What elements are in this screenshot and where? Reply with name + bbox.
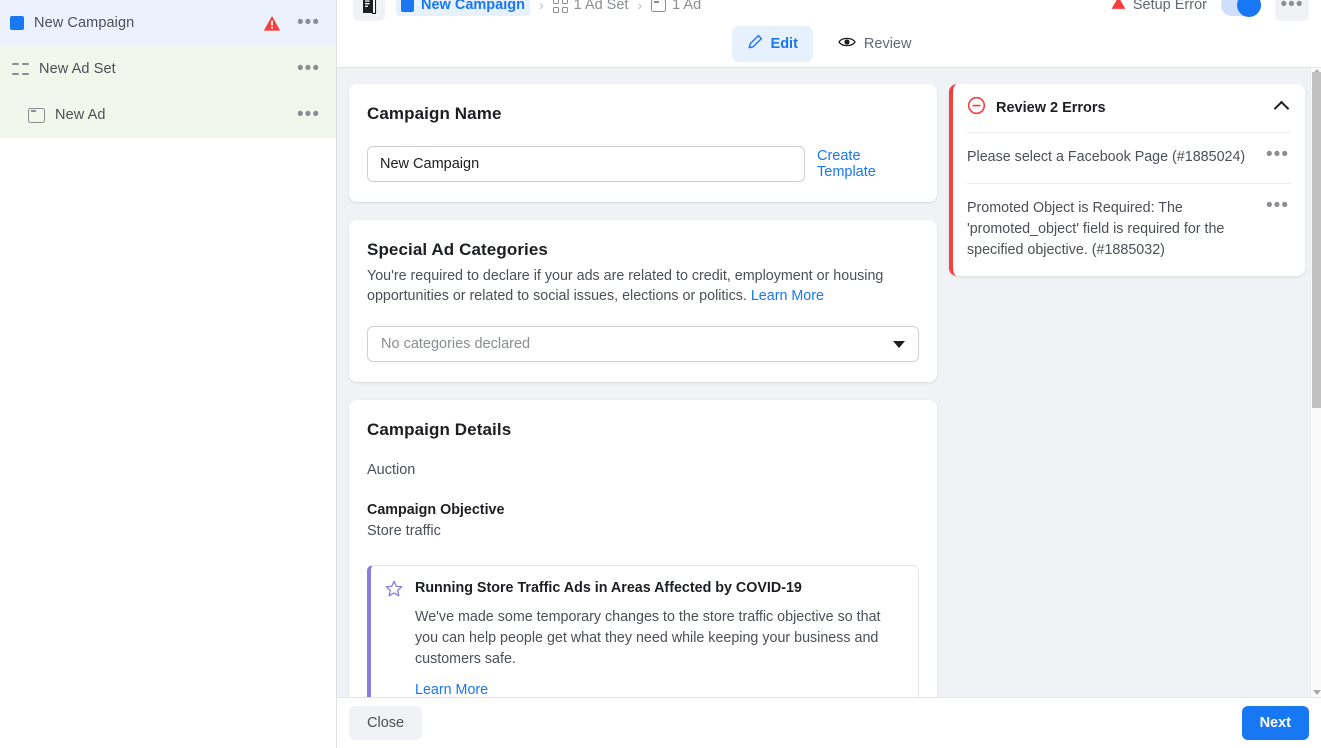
review-errors-title: Review 2 Errors — [996, 100, 1276, 116]
campaign-details-card: Campaign Details Auction Campaign Object… — [349, 400, 937, 697]
grid-icon — [12, 61, 29, 78]
next-button[interactable]: Next — [1242, 706, 1309, 740]
breadcrumb-label: 1 Ad Set — [574, 0, 629, 13]
campaign-details-title: Campaign Details — [367, 420, 919, 440]
tab-edit[interactable]: Edit — [732, 26, 813, 62]
campaign-objective-label: Campaign Objective — [367, 502, 919, 518]
campaign-name-title: Campaign Name — [367, 104, 919, 124]
chevron-down-icon — [893, 341, 905, 348]
main-panel: New Campaign › 1 Ad Set › 1 Ad — [337, 0, 1321, 748]
special-ad-categories-card: Special Ad Categories You're required to… — [349, 220, 937, 382]
tab-label: Review — [864, 36, 912, 52]
breadcrumb: New Campaign › 1 Ad Set › 1 Ad — [353, 0, 701, 22]
special-ad-categories-select[interactable]: No categories declared — [367, 326, 919, 362]
error-message: Promoted Object is Required: The 'promot… — [967, 198, 1264, 261]
blue-square-icon — [401, 0, 414, 12]
warning-triangle-icon — [1111, 0, 1126, 14]
pencil-icon — [747, 34, 763, 54]
breadcrumb-separator: › — [637, 0, 642, 13]
sidebar-item-menu-button[interactable]: ••• — [295, 61, 322, 77]
guide-book-icon[interactable] — [353, 0, 385, 21]
top-bar: New Campaign › 1 Ad Set › 1 Ad — [337, 0, 1321, 68]
edit-review-tabs: Edit Review — [337, 26, 1321, 62]
chevron-up-icon[interactable] — [1274, 100, 1290, 116]
campaign-form-column: Campaign Name Create Template Special Ad… — [337, 68, 949, 697]
toggle-knob — [1237, 0, 1261, 17]
breadcrumb-label: New Campaign — [421, 0, 525, 13]
ads-manager-app: New Campaign ••• New Ad Set ••• New Ad •… — [0, 0, 1321, 748]
status-badge-setup-error: Setup Error — [1111, 0, 1207, 14]
review-errors-card: Review 2 Errors Please select a Facebook… — [949, 84, 1305, 276]
vertical-scrollbar[interactable] — [1310, 68, 1321, 697]
footer-action-bar: Close Next — [337, 697, 1321, 748]
campaign-name-input[interactable] — [367, 146, 805, 182]
top-bar-right-controls: Setup Error ••• — [1111, 0, 1309, 22]
campaign-tree-sidebar: New Campaign ••• New Ad Set ••• New Ad •… — [0, 0, 337, 748]
campaign-name-card: Campaign Name Create Template — [349, 84, 937, 202]
sidebar-item-menu-button[interactable]: ••• — [295, 107, 322, 123]
review-errors-header[interactable]: Review 2 Errors — [967, 84, 1291, 132]
sidebar-item-label: New Campaign — [34, 15, 263, 31]
error-list-item: Please select a Facebook Page (#1885024)… — [967, 132, 1291, 183]
covid-notice-body-wrap: Running Store Traffic Ads in Areas Affec… — [415, 580, 902, 697]
editor-scroll-area[interactable]: Campaign Name Create Template Special Ad… — [337, 68, 1321, 697]
warning-triangle-icon — [263, 15, 281, 32]
campaign-name-row: Create Template — [367, 146, 919, 182]
special-ad-categories-learn-more-link[interactable]: Learn More — [751, 288, 824, 304]
sidebar-item-new-ad[interactable]: New Ad ••• — [0, 92, 336, 138]
scroll-down-arrow-icon[interactable] — [1313, 690, 1321, 695]
error-list-item: Promoted Object is Required: The 'promot… — [967, 183, 1291, 276]
select-value: No categories declared — [381, 336, 530, 352]
status-badge-label: Setup Error — [1133, 0, 1207, 13]
covid-notice-learn-more-link[interactable]: Learn More — [415, 682, 488, 697]
breadcrumb-item-campaign[interactable]: New Campaign — [396, 0, 530, 16]
window-icon — [28, 108, 45, 123]
error-message: Please select a Facebook Page (#1885024) — [967, 147, 1264, 168]
star-icon — [385, 580, 403, 697]
sidebar-item-new-ad-set[interactable]: New Ad Set ••• — [0, 46, 336, 92]
campaign-objective-value: Store traffic — [367, 523, 919, 539]
eye-icon — [838, 35, 856, 53]
window-icon — [651, 0, 666, 12]
tab-review[interactable]: Review — [823, 26, 927, 62]
buying-type-value: Auction — [367, 462, 919, 478]
create-template-link[interactable]: Create Template — [817, 148, 919, 180]
breadcrumb-separator: › — [539, 0, 544, 13]
error-item-menu-button[interactable]: ••• — [1264, 147, 1291, 163]
sidebar-item-label: New Ad Set — [39, 61, 295, 77]
close-button[interactable]: Close — [349, 706, 422, 740]
sidebar-item-menu-button[interactable]: ••• — [295, 15, 322, 31]
scrollbar-thumb[interactable] — [1312, 72, 1321, 408]
blue-square-icon — [10, 16, 34, 30]
covid-notice-text: We've made some temporary changes to the… — [415, 607, 902, 670]
tab-label: Edit — [771, 36, 798, 52]
top-bar-menu-button[interactable]: ••• — [1275, 0, 1309, 21]
sidebar-item-new-campaign[interactable]: New Campaign ••• — [0, 0, 336, 46]
breadcrumb-item-ad-set[interactable]: 1 Ad Set — [553, 0, 629, 13]
special-ad-categories-title: Special Ad Categories — [367, 240, 919, 260]
covid-notice: Running Store Traffic Ads in Areas Affec… — [367, 565, 919, 697]
overflow-dots-icon: ••• — [1281, 0, 1304, 10]
errors-column: Review 2 Errors Please select a Facebook… — [949, 68, 1321, 697]
grid-icon — [553, 0, 568, 13]
error-item-menu-button[interactable]: ••• — [1264, 198, 1291, 214]
breadcrumb-item-ad[interactable]: 1 Ad — [651, 0, 701, 13]
breadcrumb-label: 1 Ad — [672, 0, 701, 13]
special-ad-categories-description: You're required to declare if your ads a… — [367, 266, 919, 306]
covid-notice-title: Running Store Traffic Ads in Areas Affec… — [415, 580, 902, 596]
sidebar-item-label: New Ad — [55, 107, 295, 123]
error-circle-icon — [967, 96, 986, 120]
campaign-active-toggle[interactable] — [1221, 0, 1261, 16]
